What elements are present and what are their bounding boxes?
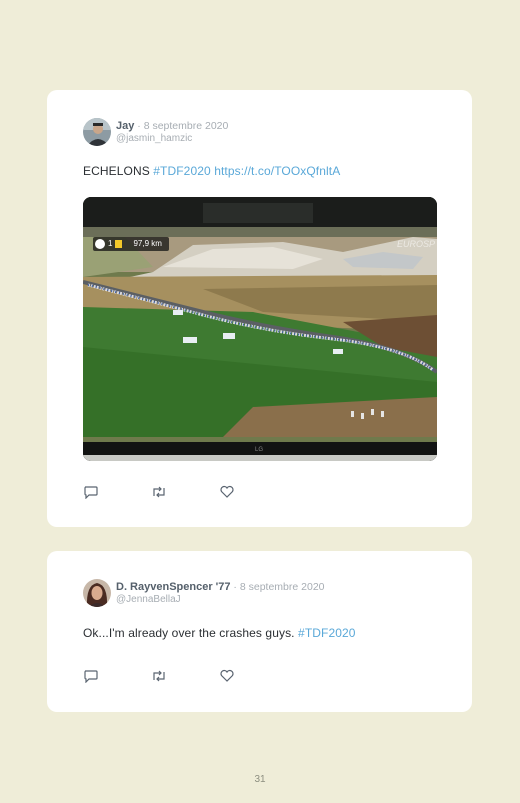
tweet-actions <box>83 669 283 685</box>
tweet-text: ECHELONS #TDF2020 https://t.co/TOOxQfnlt… <box>83 164 340 178</box>
tweet-date[interactable]: 8 septembre 2020 <box>144 120 229 132</box>
tweet-text-plain: Ok...I'm already over the crashes guys. <box>83 626 299 640</box>
avatar[interactable] <box>83 579 111 607</box>
reply-icon[interactable] <box>83 669 99 688</box>
user-name[interactable]: D. RayvenSpencer '77 <box>116 581 231 593</box>
race-overlay: 1 97,9 km <box>93 237 169 251</box>
tv-brand-logo: LG <box>255 447 264 453</box>
avatar[interactable] <box>83 118 111 146</box>
tweet-header: D. RayvenSpencer '77 · 8 septembre 2020 <box>116 581 325 593</box>
tweet-header: Jay · 8 septembre 2020 <box>116 120 229 132</box>
retweet-icon[interactable] <box>150 485 168 504</box>
page-number: 31 <box>254 774 266 785</box>
reply-icon[interactable] <box>83 485 99 504</box>
overlay-rank: 1 <box>108 239 113 248</box>
avatar-photo <box>83 579 111 607</box>
race-logo-icon <box>95 239 105 249</box>
url-link[interactable]: https://t.co/TOOxQfnltA <box>214 164 340 178</box>
yellow-jersey-icon <box>115 240 123 248</box>
tweet-date[interactable]: 8 septembre 2020 <box>240 581 325 593</box>
user-handle[interactable]: @jasmin_hamzic <box>116 133 192 144</box>
overlay-distance: 97,9 km <box>133 239 162 248</box>
avatar-photo <box>83 118 111 146</box>
tweet-text: Ok...I'm already over the crashes guys. … <box>83 626 356 640</box>
broadcast-watermark: EUROSP <box>396 239 435 249</box>
hashtag-link[interactable]: #TDF2020 <box>298 626 356 640</box>
tweet-card: Jay · 8 septembre 2020 @jasmin_hamzic EC… <box>47 90 472 527</box>
tweet-media[interactable]: 1 97,9 km EUROSP LG <box>83 197 437 461</box>
like-icon[interactable] <box>219 669 235 688</box>
tweet-actions <box>83 485 283 501</box>
user-name[interactable]: Jay <box>116 120 134 132</box>
hashtag-link[interactable]: #TDF2020 <box>153 164 211 178</box>
tweet-text-plain: ECHELONS <box>83 164 154 178</box>
like-icon[interactable] <box>219 485 235 504</box>
tweet-card: D. RayvenSpencer '77 · 8 septembre 2020 … <box>47 551 472 712</box>
retweet-icon[interactable] <box>150 669 168 688</box>
user-handle[interactable]: @JennaBellaJ <box>116 594 181 605</box>
